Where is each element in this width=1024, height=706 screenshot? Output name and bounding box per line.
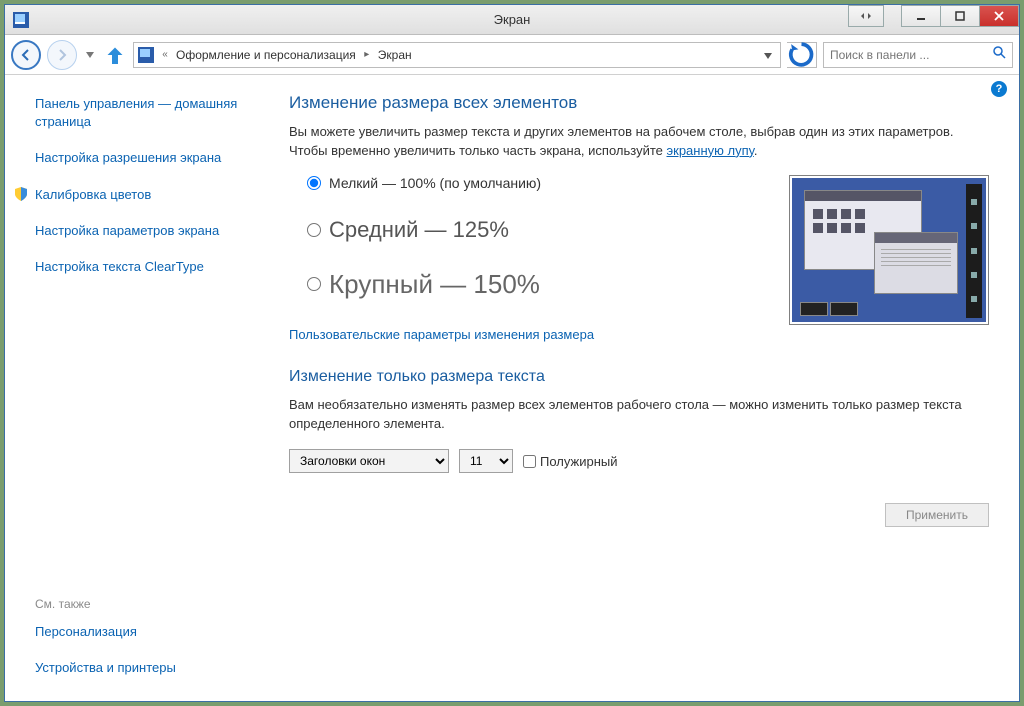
expand-button[interactable] (848, 5, 884, 27)
description-text-only: Вам необязательно изменять размер всех э… (289, 396, 989, 434)
content-area: ? Панель управления — домашняя страница … (5, 75, 1019, 701)
heading-text-only: Изменение только размера текста (289, 368, 989, 386)
sidebar-link-color-calibration[interactable]: Калибровка цветов (35, 186, 255, 204)
font-size-select[interactable]: 11 (459, 449, 513, 473)
sidebar-see-also: См. также Персонализация Устройства и пр… (35, 597, 255, 681)
see-also-personalization[interactable]: Персонализация (35, 623, 255, 641)
address-dropdown[interactable] (760, 46, 776, 64)
see-also-devices[interactable]: Устройства и принтеры (35, 659, 255, 677)
sidebar-link-label: Калибровка цветов (35, 186, 151, 204)
description-resize-all: Вы можете увеличить размер текста и друг… (289, 123, 989, 161)
titlebar: Экран (5, 5, 1019, 35)
help-icon[interactable]: ? (991, 81, 1007, 97)
sidebar-link-resolution[interactable]: Настройка разрешения экрана (35, 149, 255, 167)
radio-small-input[interactable] (307, 176, 321, 190)
element-select[interactable]: Заголовки окон (289, 449, 449, 473)
see-also-heading: См. также (35, 597, 255, 611)
shield-icon (13, 186, 29, 202)
bold-checkbox-label[interactable]: Полужирный (523, 454, 618, 469)
search-icon[interactable] (992, 45, 1006, 64)
sidebar-link-display-settings[interactable]: Настройка параметров экрана (35, 222, 255, 240)
search-box[interactable] (823, 42, 1013, 68)
magnifier-link[interactable]: экранную лупу (667, 143, 754, 158)
maximize-button[interactable] (940, 5, 980, 27)
radio-large-input[interactable] (307, 277, 321, 291)
window-controls (849, 5, 1019, 27)
main-panel: Изменение размера всех элементов Вы може… (275, 75, 1019, 701)
forward-button[interactable] (47, 40, 77, 70)
radio-medium-input[interactable] (307, 223, 321, 237)
sidebar: Панель управления — домашняя страница На… (5, 75, 275, 701)
window: Экран « Оформление и персонализация ▸ Эк… (4, 4, 1020, 702)
close-button[interactable] (979, 5, 1019, 27)
navigation-toolbar: « Оформление и персонализация ▸ Экран (5, 35, 1019, 75)
heading-resize-all: Изменение размера всех элементов (289, 93, 989, 113)
history-dropdown[interactable] (83, 52, 97, 58)
sidebar-home-link[interactable]: Панель управления — домашняя страница (35, 95, 255, 131)
minimize-button[interactable] (901, 5, 941, 27)
sidebar-link-cleartype[interactable]: Настройка текста ClearType (35, 258, 255, 276)
radio-large-label: Крупный — 150% (329, 269, 540, 300)
text-size-controls: Заголовки окон 11 Полужирный (289, 449, 989, 473)
custom-size-link[interactable]: Пользовательские параметры изменения раз… (289, 327, 594, 342)
preview-image (789, 175, 989, 325)
refresh-button[interactable] (787, 42, 817, 68)
bold-checkbox[interactable] (523, 455, 536, 468)
breadcrumb-item[interactable]: Оформление и персонализация (176, 48, 356, 62)
radio-small-label: Мелкий — 100% (по умолчанию) (329, 175, 541, 191)
up-button[interactable] (103, 43, 127, 67)
search-input[interactable] (830, 48, 992, 62)
chevron-icon: « (160, 49, 170, 60)
apply-button[interactable]: Применить (885, 503, 989, 527)
location-icon (138, 47, 154, 63)
radio-medium-label: Средний — 125% (329, 217, 509, 243)
app-icon (13, 12, 29, 28)
chevron-right-icon: ▸ (362, 49, 372, 60)
size-options: Мелкий — 100% (по умолчанию) Средний — 1… (289, 175, 989, 300)
breadcrumb-item[interactable]: Экран (378, 48, 412, 62)
back-button[interactable] (11, 40, 41, 70)
address-bar[interactable]: « Оформление и персонализация ▸ Экран (133, 42, 781, 68)
